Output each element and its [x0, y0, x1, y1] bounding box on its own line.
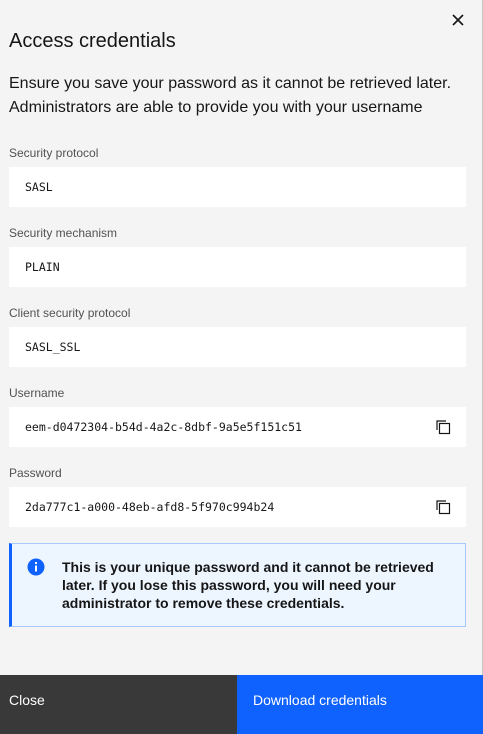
client-security-protocol-label: Client security protocol	[9, 306, 131, 320]
username-box: eem-d0472304-b54d-4a2c-8dbf-9a5e5f151c51	[9, 407, 466, 447]
info-notification: This is your unique password and it cann…	[9, 543, 466, 627]
modal-footer: Close Download credentials	[0, 675, 483, 734]
security-mechanism-box: PLAIN	[9, 247, 466, 287]
password-value[interactable]: 2da777c1-a000-48eb-afd8-5f970c994b24	[25, 500, 432, 514]
client-security-protocol-field: Client security protocol SASL_SSL	[9, 305, 466, 367]
username-label: Username	[9, 386, 65, 400]
copy-icon[interactable]	[432, 496, 454, 518]
security-protocol-field: Security protocol SASL	[9, 145, 466, 207]
security-protocol-box: SASL	[9, 167, 466, 207]
modal-description: Ensure you save your password as it cann…	[9, 75, 452, 116]
access-credentials-modal: Access credentials Ensure you save your …	[0, 0, 483, 734]
security-protocol-value: SASL	[25, 180, 53, 194]
modal-title: Access credentials	[9, 30, 176, 52]
username-field: Username eem-d0472304-b54d-4a2c-8dbf-9a5…	[9, 385, 466, 447]
password-box: 2da777c1-a000-48eb-afd8-5f970c994b24	[9, 487, 466, 527]
security-mechanism-value: PLAIN	[25, 260, 60, 274]
download-credentials-button[interactable]: Download credentials	[237, 675, 483, 734]
security-protocol-label: Security protocol	[9, 146, 99, 160]
username-value[interactable]: eem-d0472304-b54d-4a2c-8dbf-9a5e5f151c51	[25, 420, 432, 434]
password-label: Password	[9, 466, 62, 480]
password-field: Password 2da777c1-a000-48eb-afd8-5f970c9…	[9, 465, 466, 527]
information-icon	[27, 558, 45, 576]
client-security-protocol-box: SASL_SSL	[9, 327, 466, 367]
notice-text: This is your unique password and it cann…	[62, 559, 434, 611]
security-mechanism-field: Security mechanism PLAIN	[9, 225, 466, 287]
close-button[interactable]: Close	[0, 675, 237, 734]
client-security-protocol-value: SASL_SSL	[25, 340, 81, 354]
security-mechanism-label: Security mechanism	[9, 226, 118, 240]
copy-icon[interactable]	[432, 416, 454, 438]
close-icon[interactable]	[448, 10, 468, 30]
